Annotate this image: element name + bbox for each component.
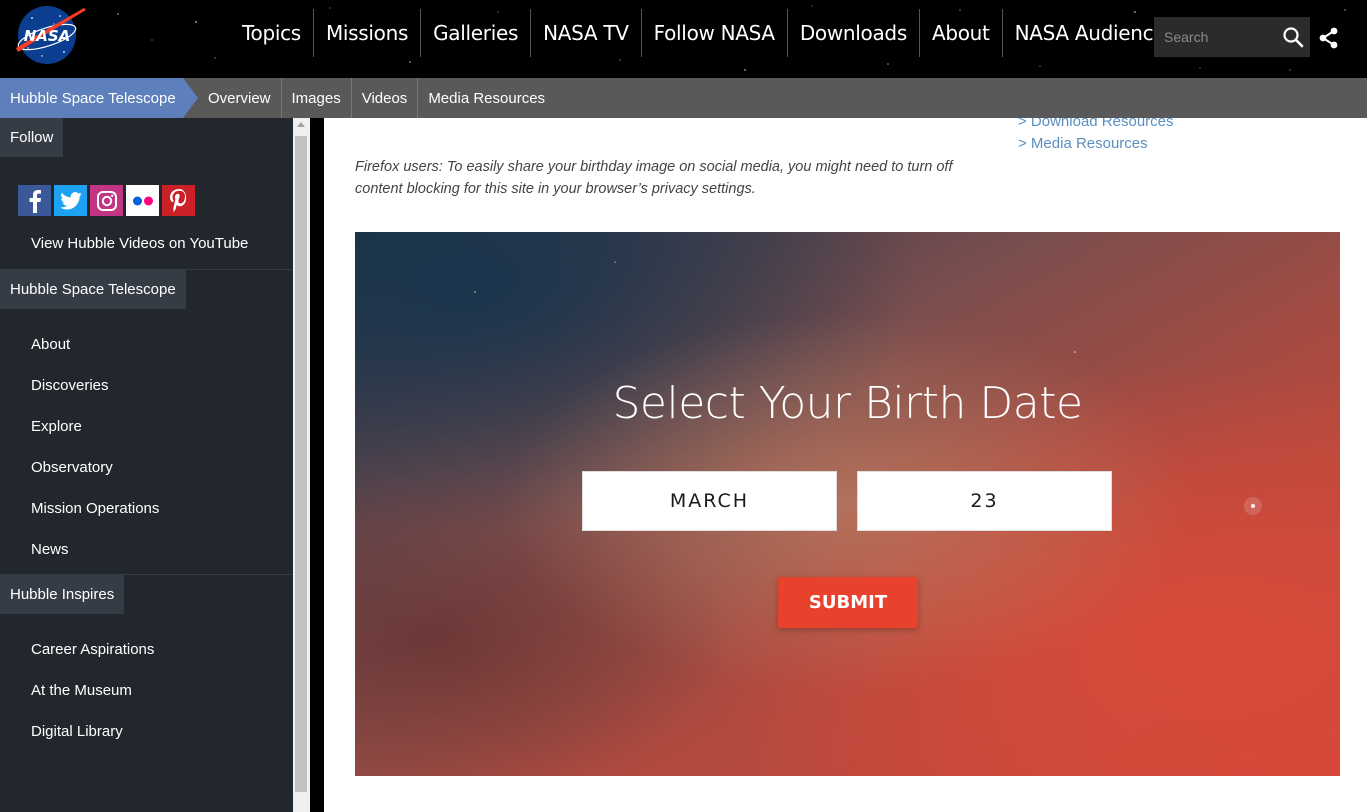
- download-resources-link[interactable]: > Download Resources: [1018, 118, 1174, 133]
- hubble-subnav: Hubble Space Telescope Overview Images V…: [0, 78, 1367, 118]
- sidebar-item-career-aspirations[interactable]: Career Aspirations: [0, 629, 293, 670]
- sidebar-item-mission-operations[interactable]: Mission Operations: [0, 488, 293, 529]
- sidebar-heading-hst: Hubble Space Telescope: [0, 270, 186, 309]
- sidebar-item-news[interactable]: News: [0, 529, 293, 570]
- site-header: NASA Topics Missions Galleries NASA TV F…: [0, 0, 1367, 78]
- nasa-logo[interactable]: NASA: [12, 4, 88, 66]
- nasa-logo-text: NASA: [24, 27, 71, 45]
- hero-title: Select Your Birth Date: [612, 378, 1083, 429]
- subnav-media-resources[interactable]: Media Resources: [418, 78, 555, 118]
- facebook-icon[interactable]: [18, 185, 51, 216]
- page-gutter: [310, 118, 324, 812]
- subnav-images[interactable]: Images: [282, 78, 352, 118]
- scroll-up-arrow-icon[interactable]: [297, 122, 305, 127]
- nav-missions[interactable]: Missions: [314, 9, 422, 57]
- search-icon[interactable]: [1282, 26, 1304, 48]
- nav-follow-nasa[interactable]: Follow NASA: [642, 9, 788, 57]
- media-resources-link[interactable]: > Media Resources: [1018, 133, 1174, 155]
- nav-about[interactable]: About: [920, 9, 1003, 57]
- sidebar-scrollbar[interactable]: [293, 118, 310, 812]
- sidebar-item-discoveries[interactable]: Discoveries: [0, 365, 293, 406]
- share-icon[interactable]: [1318, 27, 1340, 49]
- search-box: [1154, 17, 1310, 57]
- nav-downloads[interactable]: Downloads: [788, 9, 920, 57]
- firefox-note: Firefox users: To easily share your birt…: [355, 159, 953, 197]
- month-select[interactable]: MARCH: [582, 471, 837, 531]
- sidebar-heading-inspires: Hubble Inspires: [0, 575, 125, 614]
- sidebar-heading-follow: Follow: [0, 118, 64, 157]
- birth-date-selector: Select Your Birth Date MARCH 23 SUBMIT: [355, 232, 1340, 776]
- sidebar-item-digital-library[interactable]: Digital Library: [0, 711, 293, 752]
- pinterest-icon[interactable]: [162, 185, 195, 216]
- subnav-brand-hubble[interactable]: Hubble Space Telescope: [0, 78, 198, 118]
- nav-nasa-tv[interactable]: NASA TV: [531, 9, 642, 57]
- day-select[interactable]: 23: [857, 471, 1112, 531]
- youtube-videos-link[interactable]: View Hubble Videos on YouTube: [0, 223, 293, 264]
- sidebar-item-about[interactable]: About: [0, 324, 293, 365]
- subnav-overview[interactable]: Overview: [198, 78, 282, 118]
- subnav-videos[interactable]: Videos: [352, 78, 419, 118]
- instagram-icon[interactable]: [90, 185, 123, 216]
- social-links: [0, 185, 293, 216]
- search-input[interactable]: [1154, 17, 1280, 57]
- sidebar-item-observatory[interactable]: Observatory: [0, 447, 293, 488]
- submit-button[interactable]: SUBMIT: [778, 577, 918, 628]
- flickr-icon[interactable]: [126, 185, 159, 216]
- twitter-icon[interactable]: [54, 185, 87, 216]
- nav-galleries[interactable]: Galleries: [421, 9, 532, 57]
- subnav-links: Overview Images Videos Media Resources: [198, 78, 555, 118]
- main-navigation: Topics Missions Galleries NASA TV Follow…: [230, 0, 1187, 66]
- nebula-background: [355, 232, 1340, 776]
- left-sidebar: Follow View Hubble Videos on YouTube Hub…: [0, 118, 293, 812]
- sidebar-item-at-the-museum[interactable]: At the Museum: [0, 670, 293, 711]
- nav-topics[interactable]: Topics: [230, 9, 314, 57]
- resources-links: > Download Resources > Media Resources: [1018, 118, 1174, 155]
- scrollbar-thumb[interactable]: [295, 136, 307, 792]
- main-content: > Download Resources > Media Resources F…: [324, 118, 1367, 812]
- sidebar-item-explore[interactable]: Explore: [0, 406, 293, 447]
